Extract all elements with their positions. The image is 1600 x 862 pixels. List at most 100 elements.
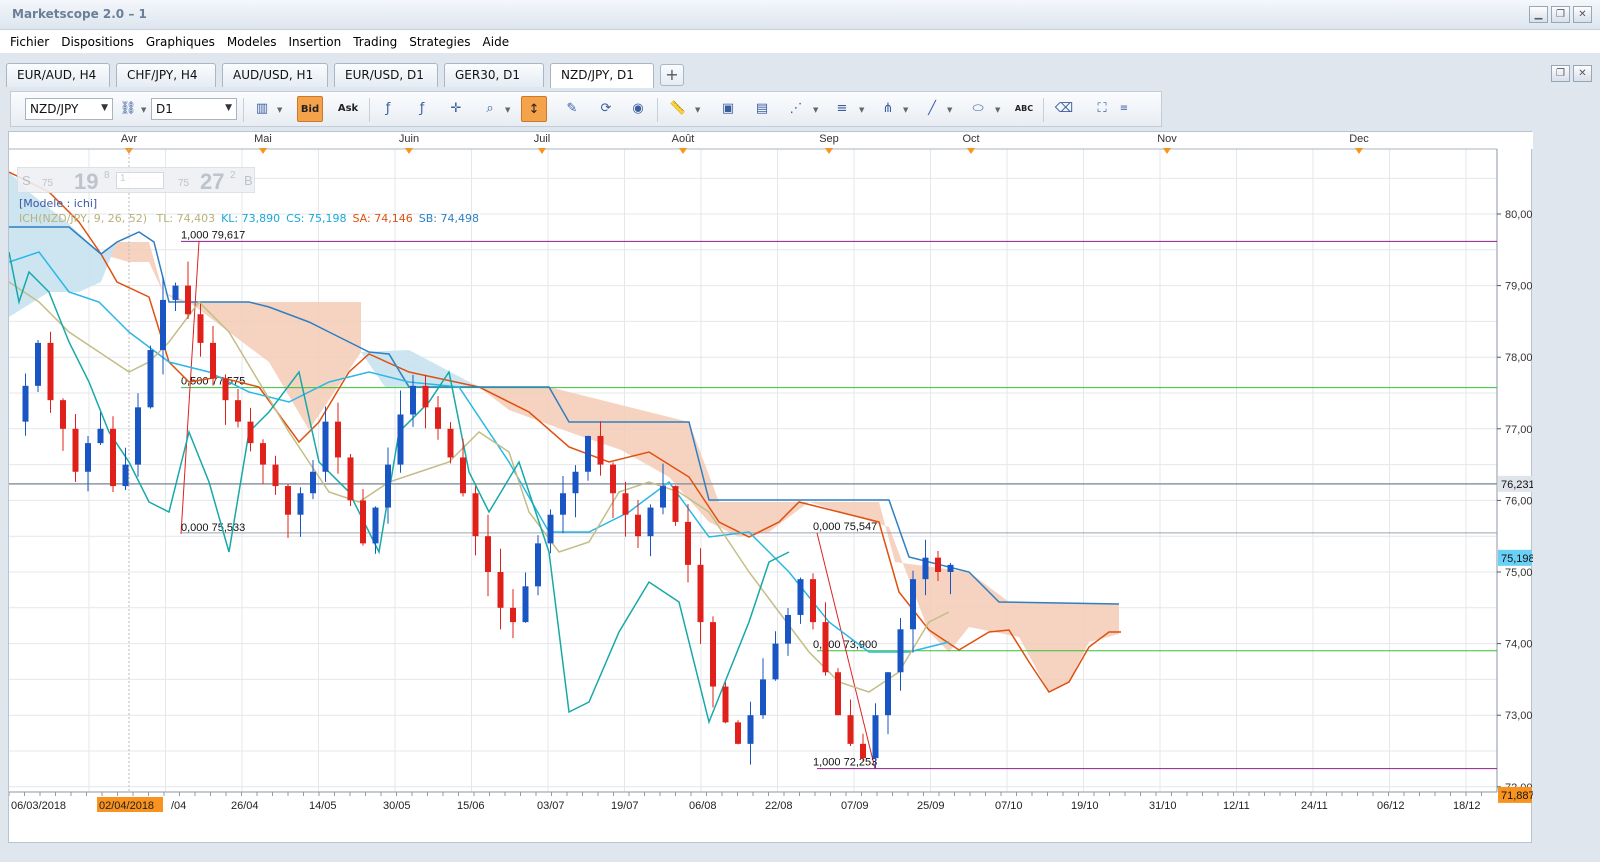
candle-body [760,679,766,716]
menu-modeles[interactable]: Modeles [221,35,283,49]
menu-aide[interactable]: Aide [477,35,516,49]
chevron-down-icon[interactable]: ▼ [141,106,146,114]
ask-button[interactable]: Ask [335,96,361,122]
candle-body [335,421,341,458]
candle-body [185,285,191,315]
hierarchy-icon[interactable]: ⛶ [1089,96,1115,122]
candle-body [385,464,391,508]
menu-graphiques[interactable]: Graphiques [140,35,221,49]
fib-label: 1,000 79,617 [181,229,245,241]
kijun-sen [9,251,950,653]
zoom-icon[interactable]: ⌕ [477,96,503,122]
remove-indicator-icon[interactable]: ƒ [409,96,435,122]
sell-label[interactable]: S [22,173,31,188]
symbol-select[interactable]: NZD/JPY ▼ [25,98,113,120]
crosshair-icon[interactable]: ✛ [443,96,469,122]
date-label: 06/03/2018 [11,800,66,812]
trend-tools-icon[interactable]: ⋰ [783,96,809,122]
chevron-down-icon[interactable]: ▼ [277,106,282,114]
add-tab-button[interactable]: + [660,64,684,86]
line-style-icon[interactable]: ≡ [829,96,855,122]
menu-dispositions[interactable]: Dispositions [55,35,140,49]
month-label: Mai [254,133,272,145]
bid-button[interactable]: Bid [297,96,323,122]
price-marker-label: 76,231 [1501,479,1533,491]
bullish-cloud [361,350,479,387]
layout-icon[interactable]: ▤ [749,96,775,122]
chevron-down-icon[interactable]: ▼ [695,106,700,114]
ichimoku-value: TL: 74,403 [156,212,216,225]
tab-eur-aud-h4[interactable]: EUR/AUD, H4 [6,63,110,87]
restore-button[interactable]: ❐ [1551,6,1570,23]
picture-icon[interactable]: ▣ [715,96,741,122]
menu-trading[interactable]: Trading [347,35,403,49]
date-label: 07/09 [841,800,869,812]
edit-chart-icon[interactable]: ✎ [559,96,585,122]
candle-body [260,443,266,465]
candle-body [910,579,916,630]
chevron-down-icon[interactable]: ▼ [813,106,818,114]
line-tool-icon[interactable]: ╱ [919,96,945,122]
month-label: Nov [1157,133,1177,145]
date-label: 18/12 [1453,800,1481,812]
chart-type-icon[interactable]: ▥ [249,96,275,122]
candle-body [72,428,79,472]
buy-price-pips[interactable]: 27 [200,169,224,195]
tab-chf-jpy-h4[interactable]: CHF/JPY, H4 [116,63,216,87]
date-label: 19/10 [1071,800,1099,812]
candle-body [660,486,666,508]
candle-body [397,414,404,465]
globe-icon[interactable]: ◉ [625,96,651,122]
candle-body [410,385,416,415]
panel-restore-button[interactable]: ❐ [1551,65,1570,82]
date-label: 30/05 [383,800,411,812]
candle-body [560,493,566,515]
pitchfork-icon[interactable]: ⋔ [875,96,901,122]
link-icon[interactable]: ⛓ [115,96,141,122]
panel-close-button[interactable]: ✕ [1573,65,1592,82]
menu-strategies[interactable]: Strategies [403,35,476,49]
eraser-icon[interactable]: ⌫ [1051,96,1077,122]
chart-panel[interactable]: Avr Mai Juin Juil Août Sep Oct Nov Dec 80,00 79,00… [8,131,1533,844]
buy-label[interactable]: B [244,173,253,188]
tab-eur-usd-d1[interactable]: EUR/USD, D1 [334,63,438,87]
quantity-input[interactable]: 1 [116,172,164,189]
chevron-down-icon[interactable]: ▼ [505,106,510,114]
ruler-icon[interactable]: 📏 [665,96,691,122]
chevron-down-icon[interactable]: ▼ [947,106,952,114]
candle-body [772,643,779,680]
month-marker [1355,148,1363,154]
candle-body [847,715,854,744]
vertical-scale-icon[interactable]: ↕ [521,96,547,122]
close-button[interactable]: ✕ [1573,6,1592,23]
chevron-down-icon[interactable]: ▼ [859,106,864,114]
candle-body [947,564,954,572]
price-marker-label: 75,198 [1501,553,1533,565]
candle-body [60,400,66,429]
ichimoku-value: SA: 74,146 [352,212,413,225]
candle-body [347,457,354,501]
toolbar-overflow-icon[interactable]: ≡ [1117,96,1131,122]
add-indicator-icon[interactable]: ƒ [375,96,401,122]
tab-nzd-jpy-d1[interactable]: NZD/JPY, D1 [550,63,654,88]
refresh-icon[interactable]: ⟳ [593,96,619,122]
month-label: Juin [399,133,419,145]
ellipse-tool-icon[interactable]: ⬭ [965,96,991,122]
price-chart[interactable]: Avr Mai Juin Juil Août Sep Oct Nov Dec 80,00 79,00… [9,132,1533,844]
sell-price-pips[interactable]: 19 [74,169,98,195]
candle-body [372,507,379,544]
timeframe-select[interactable]: D1 ▼ [151,98,237,120]
chevron-down-icon[interactable]: ▼ [903,106,908,114]
date-label: 02/04/2018 [99,800,154,812]
menu-fichier[interactable]: Fichier [4,35,55,49]
tab-aud-usd-h1[interactable]: AUD/USD, H1 [222,63,328,87]
chevron-down-icon[interactable]: ▼ [995,106,1000,114]
menu-insertion[interactable]: Insertion [283,35,348,49]
candle-body [535,543,541,587]
minimize-button[interactable]: ▁ [1529,6,1548,23]
buy-price-fraction: 2 [230,170,236,181]
tab-ger30-d1[interactable]: GER30, D1 [444,63,544,87]
text-tool-icon[interactable]: ABC [1011,96,1037,122]
date-label: 15/06 [457,800,485,812]
candle-body [110,428,116,487]
